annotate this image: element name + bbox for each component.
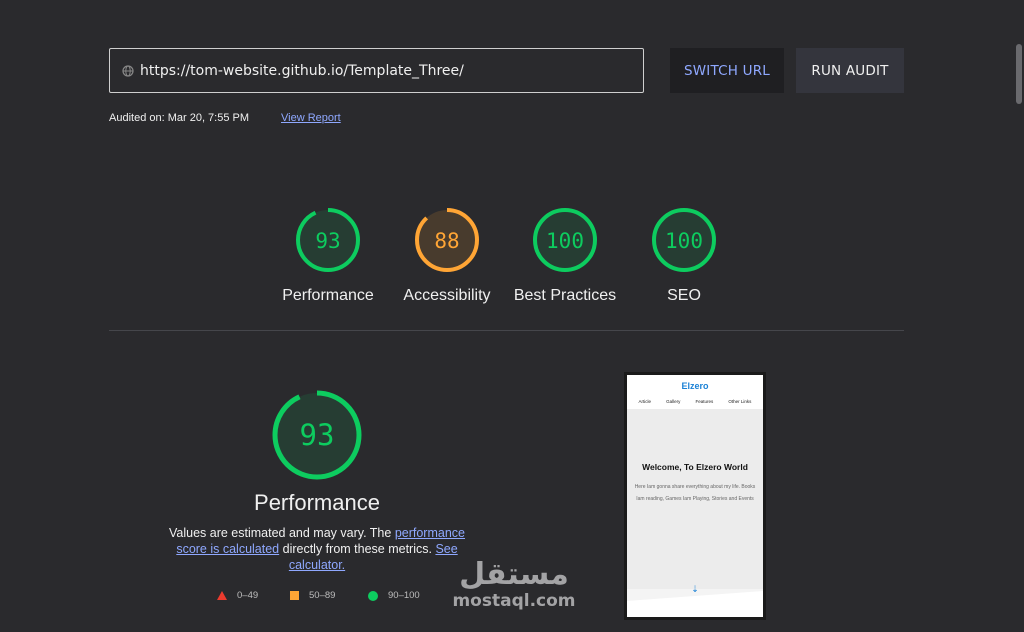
score-value: 100 bbox=[546, 229, 584, 253]
square-icon bbox=[290, 591, 299, 600]
score-value: 93 bbox=[315, 229, 340, 253]
url-input[interactable]: https://tom-website.github.io/Template_T… bbox=[109, 48, 644, 93]
thumb-heading: Welcome, To Elzero World bbox=[642, 462, 748, 472]
url-text: https://tom-website.github.io/Template_T… bbox=[140, 62, 464, 79]
gauge-performance[interactable]: 93 Performance bbox=[268, 207, 388, 305]
legend-fail: 0–49 bbox=[217, 590, 258, 601]
gauge-seo[interactable]: 100 SEO bbox=[624, 207, 744, 305]
thumb-nav-item: Gallery bbox=[666, 399, 681, 404]
score-ring: 88 bbox=[415, 208, 479, 272]
thumb-nav-item: Article bbox=[638, 399, 652, 404]
thumb-header: Elzero Article Gallery Features Other Li… bbox=[627, 375, 763, 409]
legend-average: 50–89 bbox=[290, 590, 335, 601]
legend-range: 0–49 bbox=[237, 590, 259, 601]
score-ring-large: 93 bbox=[272, 390, 362, 480]
score-ring: 100 bbox=[533, 208, 597, 272]
run-audit-button[interactable]: RUN AUDIT bbox=[796, 48, 904, 93]
score-ring: 100 bbox=[652, 208, 716, 272]
legend-pass: 90–100 bbox=[368, 590, 420, 601]
legend-range: 90–100 bbox=[388, 590, 420, 601]
score-value-large: 93 bbox=[300, 418, 335, 452]
performance-title: Performance bbox=[254, 490, 380, 515]
gauge-label: SEO bbox=[667, 287, 701, 304]
double-chevron-down-icon: ⇣ bbox=[691, 584, 699, 594]
gauge-accessibility[interactable]: 88 Accessibility bbox=[387, 207, 507, 305]
watermark-latin: mostaql.com bbox=[452, 591, 576, 611]
thumb-nav-item: Features bbox=[695, 399, 714, 404]
audited-on-text: Audited on: Mar 20, 7:55 PM bbox=[109, 112, 250, 124]
performance-description: Values are estimated and may vary. The p… bbox=[160, 525, 474, 573]
thumb-logo: Elzero bbox=[681, 381, 709, 391]
triangle-icon bbox=[217, 591, 227, 600]
performance-detail-gauge: 93 bbox=[271, 389, 363, 481]
gauge-best-practices[interactable]: 100 Best Practices bbox=[500, 207, 630, 305]
thumb-nav-item: Other Links bbox=[728, 399, 752, 404]
globe-icon bbox=[122, 64, 134, 77]
gauge-label: Performance bbox=[282, 287, 374, 304]
gauge-label: Best Practices bbox=[513, 287, 617, 304]
score-value: 100 bbox=[665, 229, 703, 253]
score-value: 88 bbox=[434, 229, 459, 253]
scrollbar-thumb[interactable] bbox=[1016, 44, 1022, 104]
scrollbar[interactable] bbox=[1014, 0, 1024, 632]
page-screenshot-thumbnail[interactable]: Elzero Article Gallery Features Other Li… bbox=[624, 372, 766, 620]
legend-range: 50–89 bbox=[309, 590, 336, 601]
gauge-label: Accessibility bbox=[403, 287, 491, 304]
watermark-logo: مستقل mostaql.com bbox=[449, 557, 579, 611]
score-ring: 93 bbox=[296, 208, 360, 272]
desc-text: Values are estimated and may vary. The bbox=[169, 526, 395, 540]
thumb-text: Here Iam gonna share everything about my… bbox=[634, 484, 756, 502]
switch-url-button[interactable]: SWITCH URL bbox=[670, 48, 784, 93]
section-divider bbox=[109, 330, 904, 331]
circle-icon bbox=[368, 590, 378, 601]
thumb-nav: Article Gallery Features Other Links bbox=[631, 399, 759, 404]
watermark-arabic: مستقل bbox=[459, 557, 569, 592]
desc-text: directly from these metrics. bbox=[279, 542, 436, 556]
view-report-link[interactable]: View Report bbox=[281, 112, 341, 124]
